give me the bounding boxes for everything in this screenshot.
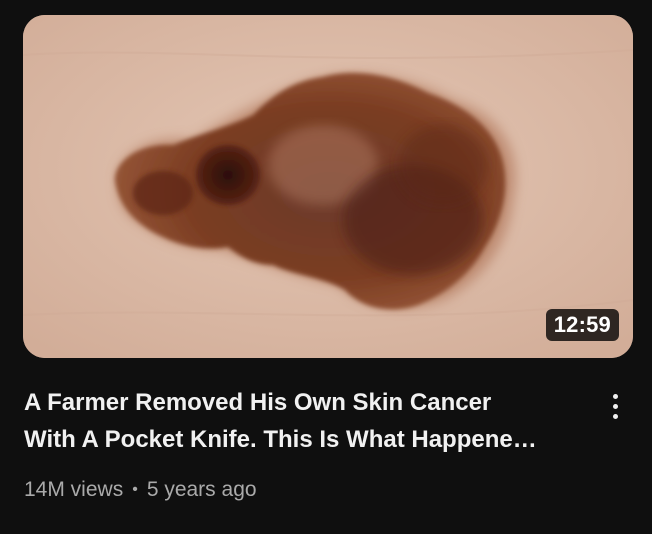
menu-dot [612, 413, 618, 419]
video-title-line-2[interactable]: With A Pocket Knife. This Is What Happen… [24, 421, 584, 458]
video-title-line-1[interactable]: A Farmer Removed His Own Skin Cancer [24, 384, 584, 421]
meta-separator: • [132, 481, 138, 498]
video-metadata: 14M views • 5 years ago [24, 478, 257, 502]
upload-age: 5 years ago [146, 478, 257, 501]
video-thumbnail[interactable]: 12:59 [23, 15, 633, 358]
thumbnail-image [23, 15, 633, 358]
menu-dot [612, 403, 618, 409]
menu-dot [612, 393, 618, 399]
more-vert-icon[interactable] [600, 386, 630, 426]
video-card[interactable]: 12:59 A Farmer Removed His Own Skin Canc… [0, 0, 652, 534]
duration-badge: 12:59 [545, 309, 619, 341]
video-title[interactable]: A Farmer Removed His Own Skin Cancer Wit… [24, 384, 584, 458]
view-count: 14M views [24, 478, 124, 501]
